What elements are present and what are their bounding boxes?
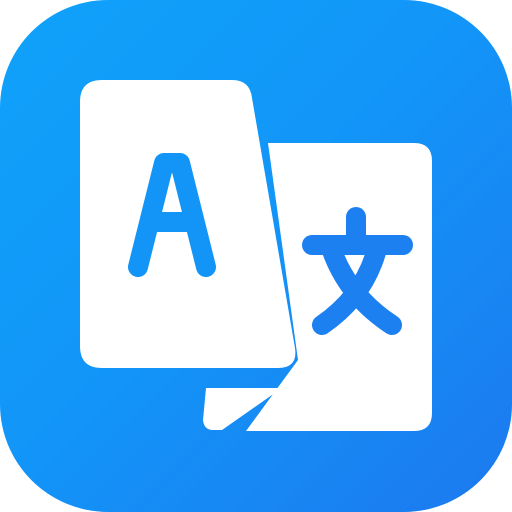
translate-app-icon[interactable]: A 文 [0,0,512,512]
translate-icon: A 文 [80,80,432,431]
